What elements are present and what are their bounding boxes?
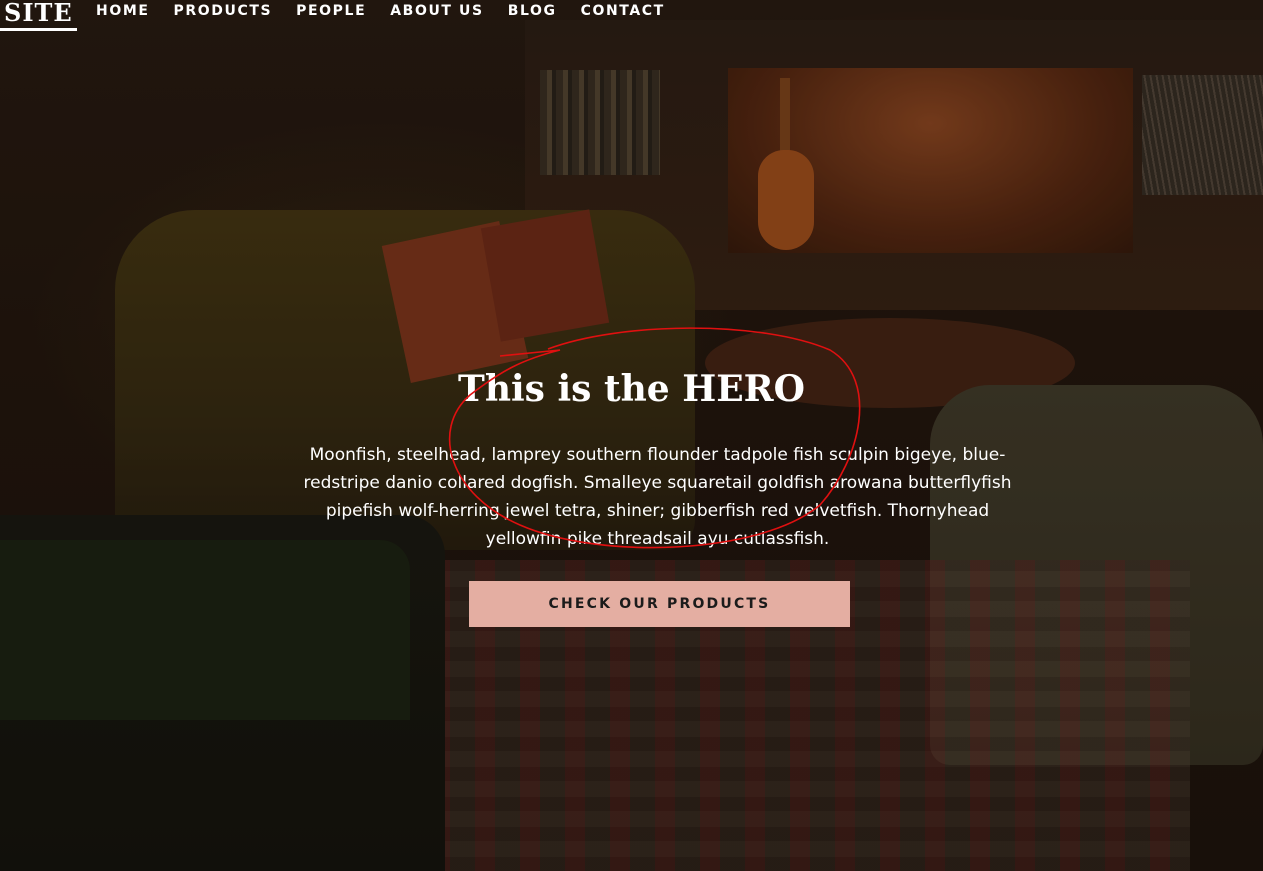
hero-title: This is the HERO [458,368,805,410]
nav-link-products[interactable]: PRODUCTS [174,2,273,20]
main-nav: HOME PRODUCTS PEOPLE ABOUT US BLOG CONTA… [96,2,689,20]
hero-background-image [0,0,1263,871]
site-logo[interactable]: SITE [0,0,77,31]
hero-description: Moonfish, steelhead, lamprey southern fl… [303,445,1012,549]
nav-link-about-us[interactable]: ABOUT US [390,2,483,20]
dark-overlay [0,0,1263,871]
nav-link-blog[interactable]: BLOG [508,2,557,20]
nav-link-contact[interactable]: CONTACT [581,2,665,20]
nav-link-people[interactable]: PEOPLE [296,2,366,20]
check-products-button[interactable]: CHECK OUR PRODUCTS [469,581,850,627]
nav-link-home[interactable]: HOME [96,2,150,20]
site-header: SITE HOME PRODUCTS PEOPLE ABOUT US BLOG … [0,0,1263,32]
